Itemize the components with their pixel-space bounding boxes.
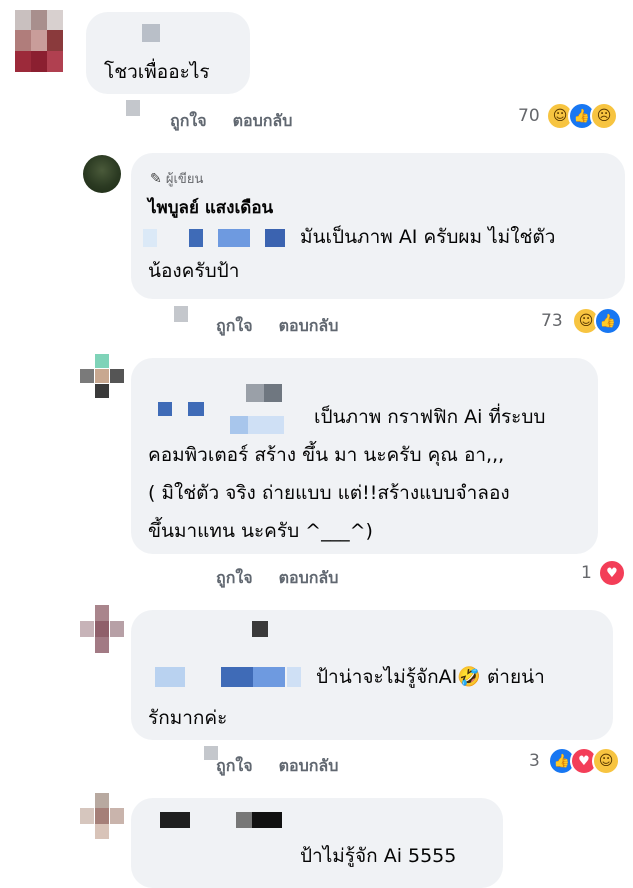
comment-actions: ถูกใจ ตอบกลับ xyxy=(216,754,364,779)
reaction-icons[interactable]: ☺ 👍 ☹ xyxy=(546,102,618,130)
reaction-icons[interactable]: ☺ 👍 xyxy=(572,307,622,335)
comment-text-line-3: ( มิใช่ตัว จริง ถ่ายแบบ แต่!!สร้างแบบจำล… xyxy=(148,482,510,504)
commenter-name-blurred[interactable] xyxy=(246,384,282,402)
avatar-pixelated[interactable] xyxy=(80,354,124,398)
like-link[interactable]: ถูกใจ xyxy=(216,568,253,587)
reply-link[interactable]: ตอบกลับ xyxy=(279,316,339,335)
reaction-icons[interactable]: ♥ xyxy=(598,559,626,587)
avatar[interactable] xyxy=(83,155,121,193)
comment-actions: ถูกใจ ตอบกลับ xyxy=(170,109,318,134)
comment-actions: ถูกใจ ตอบกลับ xyxy=(216,314,364,339)
comment-text-line-1: มันเป็นภาพ AI ครับผม ไม่ใช่ตัว xyxy=(300,226,556,248)
comment-text-line-4: ขึ้นมาแทน นะครับ ^___^) xyxy=(148,520,373,542)
comment-text-line-1: เป็นภาพ กราฟฟิก Ai ที่ระบบ xyxy=(314,406,546,428)
haha-icon: ☺ xyxy=(592,747,620,775)
reaction-count[interactable]: 73 xyxy=(541,311,563,331)
comment-text-line-2: น้องครับป้า xyxy=(148,260,240,282)
pencil-icon: ✎ xyxy=(150,171,162,187)
comment-text: โชวเพื่ออะไร xyxy=(104,61,210,83)
blurred-tag xyxy=(158,402,300,434)
reaction-count[interactable]: 1 xyxy=(581,563,592,583)
love-icon: ♥ xyxy=(598,559,626,587)
like-link[interactable]: ถูกใจ xyxy=(216,756,253,775)
commenter-name-blurred[interactable] xyxy=(252,621,268,637)
commenter-name-blurred[interactable] xyxy=(160,812,290,828)
reply-link[interactable]: ตอบกลับ xyxy=(279,756,339,775)
author-badge: ✎ ผู้เขียน xyxy=(150,171,204,187)
commenter-name-blurred[interactable] xyxy=(142,24,160,42)
blurred-block xyxy=(174,306,188,322)
commenter-name[interactable]: ไพบูลย์ แสงเดือน xyxy=(148,194,273,221)
avatar-pixelated[interactable] xyxy=(80,605,124,653)
avatar-pixelated[interactable] xyxy=(15,10,63,72)
like-link[interactable]: ถูกใจ xyxy=(170,111,207,130)
comment-text-line-2: รักมากค่ะ xyxy=(148,707,228,729)
comment-text-line-1: ป้าน่าจะไม่รู้จักAI🤣 ต่ายน่า xyxy=(316,666,545,688)
comment-text: ป้าไม่รู้จัก Ai 5555 xyxy=(300,845,457,867)
reply-link[interactable]: ตอบกลับ xyxy=(233,111,293,130)
blurred-tag xyxy=(143,229,293,247)
like-link[interactable]: ถูกใจ xyxy=(216,316,253,335)
blurred-tag xyxy=(155,667,305,687)
comment-actions: ถูกใจ ตอบกลับ xyxy=(216,566,364,591)
reaction-count[interactable]: 3 xyxy=(529,751,540,771)
avatar-pixelated[interactable] xyxy=(80,793,124,839)
comment-text-line-2: คอมพิวเตอร์ สร้าง ขึ้น มา นะครับ คุณ อา,… xyxy=(148,444,505,466)
blurred-block xyxy=(126,100,140,116)
reaction-icons[interactable]: 👍 ♥ ☺ xyxy=(548,747,620,775)
reply-link[interactable]: ตอบกลับ xyxy=(279,568,339,587)
wow-icon: ☹ xyxy=(590,102,618,130)
like-icon: 👍 xyxy=(594,307,622,335)
reaction-count[interactable]: 70 xyxy=(518,106,540,126)
